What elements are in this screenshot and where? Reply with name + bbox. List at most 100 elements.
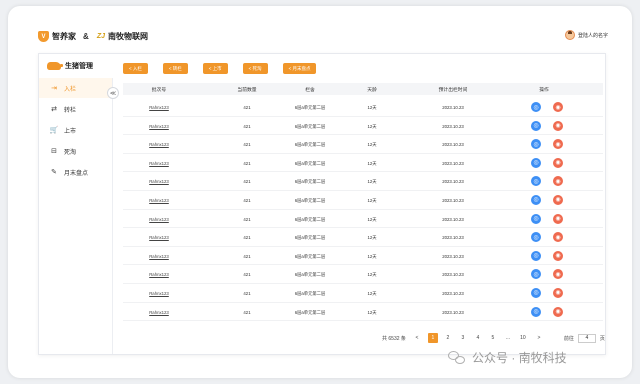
brand-badge-icon: V: [38, 31, 49, 42]
user-name: 登陆人的名字: [577, 32, 608, 39]
table-row: Rahnx123 421 6层a单元第二层 12天 2023.10.23 ◎ ◉: [123, 247, 603, 266]
view-icon[interactable]: ◎: [531, 306, 541, 317]
toolbar-button-2[interactable]: < 上市: [202, 63, 228, 74]
cart-icon: 🛒: [49, 127, 59, 134]
pen-in-icon: ⇥: [51, 85, 57, 92]
sidebar-item-label: 入栏: [64, 86, 77, 93]
toolbar-button-4[interactable]: < 月末盘点: [282, 63, 317, 74]
sidebar-item-4[interactable]: ✎ 月末盘点: [39, 162, 112, 182]
page-button[interactable]: 5: [488, 333, 498, 343]
view-icon[interactable]: ◎: [531, 102, 541, 112]
cell-date: 2023.10.23: [442, 105, 464, 110]
view-icon[interactable]: ◎: [531, 250, 541, 261]
table-row: Rahnx123 421 6层a单元第二层 12天 2023.10.23 ◎ ◉: [123, 98, 603, 117]
cell-batch[interactable]: Rahnx123: [149, 179, 169, 184]
cell-count: 421: [243, 272, 251, 278]
app-window: V 智养家 & ZJ 南牧物联网 登陆人的名字 生猪管理 ⇥ 入栏 ⇄ 转栏 🛒 上市 ⊟ 死…: [8, 6, 632, 378]
brand-separator: &: [83, 32, 89, 41]
delete-icon[interactable]: ◉: [553, 157, 563, 168]
delete-icon[interactable]: ◉: [553, 213, 563, 224]
column-header-2: 栏舍: [305, 88, 315, 93]
delete-icon[interactable]: ◉: [553, 250, 563, 261]
view-icon[interactable]: ◎: [531, 194, 541, 205]
column-header-0: 批次号: [151, 88, 167, 93]
sidebar-item-0[interactable]: ⇥ 入栏: [39, 78, 112, 98]
view-icon[interactable]: ◎: [531, 232, 541, 243]
delete-icon[interactable]: ◉: [553, 176, 563, 187]
view-icon[interactable]: ◎: [531, 213, 541, 224]
sidebar-item-label: 转栏: [64, 107, 77, 114]
pig-icon: [47, 62, 63, 70]
view-icon[interactable]: ◎: [531, 120, 541, 131]
user-menu[interactable]: 登陆人的名字: [564, 30, 608, 40]
cell-batch[interactable]: Rahnx123: [149, 235, 169, 240]
cell-age: 12天: [367, 309, 377, 315]
goto-page: 前往 页: [564, 333, 605, 343]
delete-icon[interactable]: ◉: [553, 232, 563, 243]
view-icon[interactable]: ◎: [531, 139, 541, 150]
avatar[interactable]: [564, 30, 575, 40]
table-body: Rahnx123 421 6层a单元第二层 12天 2023.10.23 ◎ ◉ Rahnx1…: [123, 98, 603, 322]
collapse-sidebar-icon[interactable]: ≪: [107, 87, 119, 99]
page-button[interactable]: 4: [473, 333, 483, 343]
cell-pen: 6层a单元第二层: [294, 253, 326, 259]
cell-batch[interactable]: Rahnx123: [149, 291, 169, 296]
cell-date: 2023.10.23: [442, 309, 464, 315]
table-row: Rahnx123 421 6层a单元第二层 12天 2023.10.23 ◎ ◉: [123, 135, 603, 154]
partner-name: 南牧物联网: [108, 32, 148, 41]
cell-batch[interactable]: Rahnx123: [149, 272, 169, 277]
delete-icon[interactable]: ◉: [553, 102, 563, 112]
toolbar-button-0[interactable]: < 入栏: [123, 63, 148, 74]
goto-page-input[interactable]: [577, 333, 596, 343]
view-icon[interactable]: ◎: [531, 176, 541, 187]
transfer-icon: ⇄: [51, 106, 57, 113]
cell-count: 421: [243, 253, 251, 259]
cell-batch[interactable]: Rahnx123: [149, 254, 169, 259]
column-header-3: 天龄: [367, 88, 377, 93]
goto-suffix: 页: [599, 335, 605, 342]
delete-icon[interactable]: ◉: [553, 306, 563, 317]
cell-count: 421: [243, 309, 251, 315]
delete-icon[interactable]: ◉: [553, 287, 563, 298]
cell-age: 12天: [367, 290, 377, 296]
delete-icon[interactable]: ◉: [553, 139, 563, 150]
cell-batch[interactable]: Rahnx123: [149, 217, 169, 222]
sidebar-item-label: 上市: [64, 128, 77, 135]
table-row: Rahnx123 421 6层a单元第二层 12天 2023.10.23 ◎ ◉: [123, 172, 603, 191]
page-button[interactable]: 1: [427, 333, 438, 343]
cell-date: 2023.10.23: [442, 235, 464, 241]
delete-icon[interactable]: ◉: [553, 194, 563, 205]
page-button[interactable]: 3: [458, 333, 468, 343]
cell-date: 2023.10.23: [442, 123, 464, 129]
sidebar-item-1[interactable]: ⇄ 转栏: [39, 99, 112, 119]
prev-page-button[interactable]: <: [412, 333, 422, 343]
sidebar-item-3[interactable]: ⊟ 死淘: [39, 141, 112, 161]
cell-age: 12天: [367, 235, 377, 241]
next-page-button[interactable]: >: [534, 333, 544, 343]
column-header-1: 当前数量: [237, 88, 257, 93]
cell-batch[interactable]: Rahnx123: [149, 198, 169, 203]
table-row: Rahnx123 421 6层a单元第二层 12天 2023.10.23 ◎ ◉: [123, 265, 603, 284]
cell-date: 2023.10.23: [442, 216, 464, 222]
page-button[interactable]: 10: [518, 333, 528, 343]
view-icon[interactable]: ◎: [531, 287, 541, 298]
delete-icon[interactable]: ◉: [553, 120, 563, 131]
sidebar-item-2[interactable]: 🛒 上市: [39, 120, 112, 140]
page-button[interactable]: 2: [443, 333, 453, 343]
cell-batch[interactable]: Rahnx123: [149, 105, 169, 110]
total-count: 共 6532 条: [382, 335, 406, 342]
cell-batch[interactable]: Rahnx123: [149, 124, 169, 129]
cell-batch[interactable]: Rahnx123: [149, 161, 169, 166]
column-header-4: 预计出栏时间: [438, 88, 468, 93]
cell-date: 2023.10.23: [442, 290, 464, 296]
cell-count: 421: [243, 216, 251, 222]
toolbar-button-1[interactable]: < 转栏: [162, 63, 188, 74]
delete-icon[interactable]: ◉: [553, 269, 563, 280]
cell-date: 2023.10.23: [442, 142, 464, 148]
cell-batch[interactable]: Rahnx123: [149, 310, 169, 315]
cell-batch[interactable]: Rahnx123: [149, 142, 169, 147]
table-row: Rahnx123 421 6层a单元第二层 12天 2023.10.23 ◎ ◉: [123, 284, 603, 303]
toolbar-button-3[interactable]: < 死淘: [242, 63, 268, 74]
view-icon[interactable]: ◎: [531, 157, 541, 168]
view-icon[interactable]: ◎: [531, 269, 541, 280]
